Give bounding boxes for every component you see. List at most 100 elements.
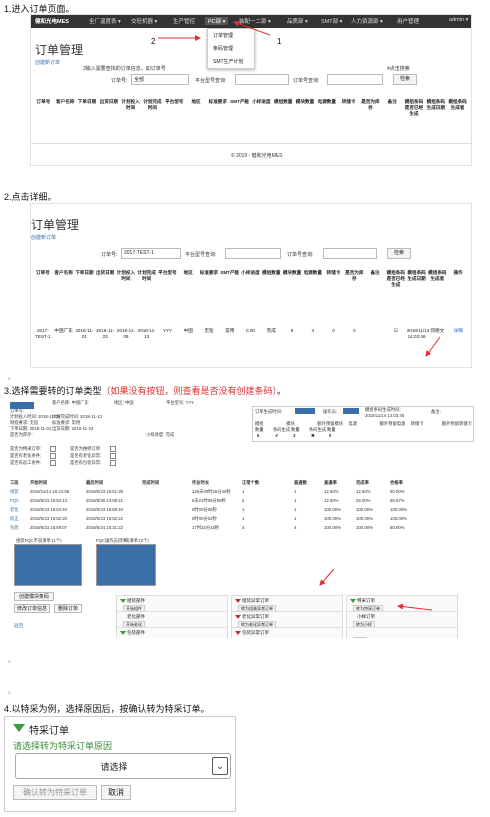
table-cell: 2018-11-01 [75,328,94,339]
card-title: 老化异常订单 [242,614,269,619]
table-cell: 2018-11-13 [137,328,156,339]
nav-item-pc[interactable]: PC部 ▾ [205,17,229,25]
platform-label: 平台型号查询: [185,252,217,258]
info-field: 小样进度: 完成 [146,432,175,437]
card-title: 包装部件 [127,630,145,635]
menu-item-smt[interactable]: SMT生产计划 [208,55,254,68]
process-header: 合格率 [390,480,403,485]
order-query-input[interactable] [327,74,383,85]
order-type-card: 组装部件 开始组件 [116,595,228,613]
order-type-card: 老化部件 开始老化 [116,611,228,629]
process-cell: 25.00% [356,498,371,503]
table-header-cell: 操作 [453,270,463,275]
flag-checkbox[interactable] [50,460,56,466]
barcode-panel: 订单生成时间: 操作员: 模组条码生成时间: 2018/11/14 14:03:… [252,406,474,442]
gen-time-label: 订单生成时间: [255,409,282,414]
reason-select[interactable]: 请选择 ⌄ [15,753,231,779]
nav-item[interactable]: 全厂温度表 ▾ [89,17,121,25]
process-header: 直通率 [324,480,337,485]
flag-field: 是否有老化条件: [10,453,42,458]
back-link[interactable]: 返回 [14,623,23,629]
order-select[interactable]: 全部 [131,74,189,85]
qty-value: ✔ [275,433,279,438]
table-header-cell: 下单日期 [77,99,97,104]
process-cell: 1 [242,507,245,512]
qty-value: ✖ [311,433,315,438]
menu-item-order[interactable]: 订单管理 [208,29,254,42]
table-header-cell: 备注 [370,270,380,275]
table-header-cell: 模组条码生成者 [448,99,467,110]
table-cell: 0.00 [246,328,255,333]
chevron-down-icon[interactable]: ⌄ [212,757,228,775]
process-cell: 2019/5/23 16:52:22 [86,516,124,521]
flag-checkbox[interactable] [50,453,56,459]
process-cell: 0时00分05秒 [192,507,217,512]
order-select[interactable]: 2017-TEST-1 [121,248,181,259]
process-link[interactable]: 组装 [10,489,19,495]
flag-checkbox[interactable] [110,446,116,452]
divider [31,143,471,144]
table-header-cell: 备注 [387,99,397,104]
nav-item[interactable]: 交旺机器 ▾ [131,17,157,25]
nav-item[interactable]: 生产管控 [173,17,195,25]
nav-item[interactable]: SMT部 ▾ [321,17,342,25]
process-cell: 17时32分15秒 [192,525,220,530]
table-cell: YYY [162,328,173,333]
nav-item[interactable]: 人力资源部 ▾ [351,17,383,25]
card-triangle-icon [235,599,241,603]
table-header-cell: 地区 [183,270,193,275]
confirm-special-button[interactable]: 确认转为特采订单 [13,785,97,800]
menu-item-barcode[interactable]: 条码管理 [208,42,254,55]
nav-item[interactable]: 用户管理 [397,17,419,25]
search-button[interactable]: 检索 [387,248,411,259]
edit-order-button[interactable]: 修改订单信息 [14,604,50,613]
detail-link[interactable]: 详细 [448,328,468,334]
process-cell: 1 [242,489,245,494]
process-link[interactable]: 包装 [10,525,19,531]
table-cell: 无铅 [204,328,214,333]
table-cell: 2018-11-23 [96,328,115,339]
process-cell: 12.50% [324,489,339,494]
process-header: 工段 [10,480,19,485]
create-order-link[interactable]: 创建新订单 [35,59,60,66]
platform-input[interactable] [225,248,281,259]
process-link[interactable]: 校正 [10,516,19,522]
process-cell: 1 [294,516,297,521]
table-cell: 2018-11-09 [116,328,135,339]
flag-field: 是否为特采订单: [10,446,42,451]
order-type-card: 特采订单 转为特采订单 [346,595,458,613]
qty-value: 3 [293,433,296,438]
nav-item[interactable]: 品质部 ▾ [287,17,308,25]
process-header: 直通数 [294,480,307,485]
card-action-button[interactable]: 上传 [353,637,367,638]
search-button[interactable]: 检索 [393,74,417,85]
platform-input[interactable] [235,74,289,85]
nav-item[interactable]: 装配一二部 ▾ [239,17,271,25]
process-cell: 2019/5/23 16:53:13 [30,498,68,503]
qty-header: 额外预留转储卡 [441,421,472,426]
flag-field: 是否有老化异常: [70,453,102,458]
flag-checkbox[interactable] [110,460,116,466]
card-title: 包装异常订单 [242,630,269,635]
redacted [295,408,315,414]
table-cell: 中国广东 [54,328,73,333]
process-link[interactable]: FQC [10,498,19,503]
order-type-card: 小样订单 转为小样 [346,611,458,629]
create-order-link[interactable]: 创建新订单 [31,234,56,241]
step-2-text: 2.点击详细。 [4,192,57,202]
table-header-cell: 是否为库存 [361,99,380,110]
flag-checkbox[interactable] [50,446,56,452]
delete-order-button[interactable]: 删除订单 [54,604,82,613]
process-cell: 100.00% [390,507,407,512]
process-link[interactable]: 老化 [10,507,19,513]
brand[interactable]: 健和光电MES [35,17,69,25]
process-cell: 2019/5/24 10:31:22 [86,525,124,530]
process-header: 正常个数 [242,480,260,485]
order-query-input[interactable] [323,248,377,259]
cancel-button[interactable]: 取消 [101,785,131,800]
card-triangle-icon [235,615,241,619]
special-order-panel: 特采订单 请选择转为特采订单原因 请选择 ⌄ 确认转为特采订单 取消 [4,716,236,812]
user-menu[interactable]: admin ▾ [449,17,468,23]
flag-checkbox[interactable] [110,453,116,459]
create-module-barcode-button[interactable]: 创建模块条码 [14,592,54,601]
